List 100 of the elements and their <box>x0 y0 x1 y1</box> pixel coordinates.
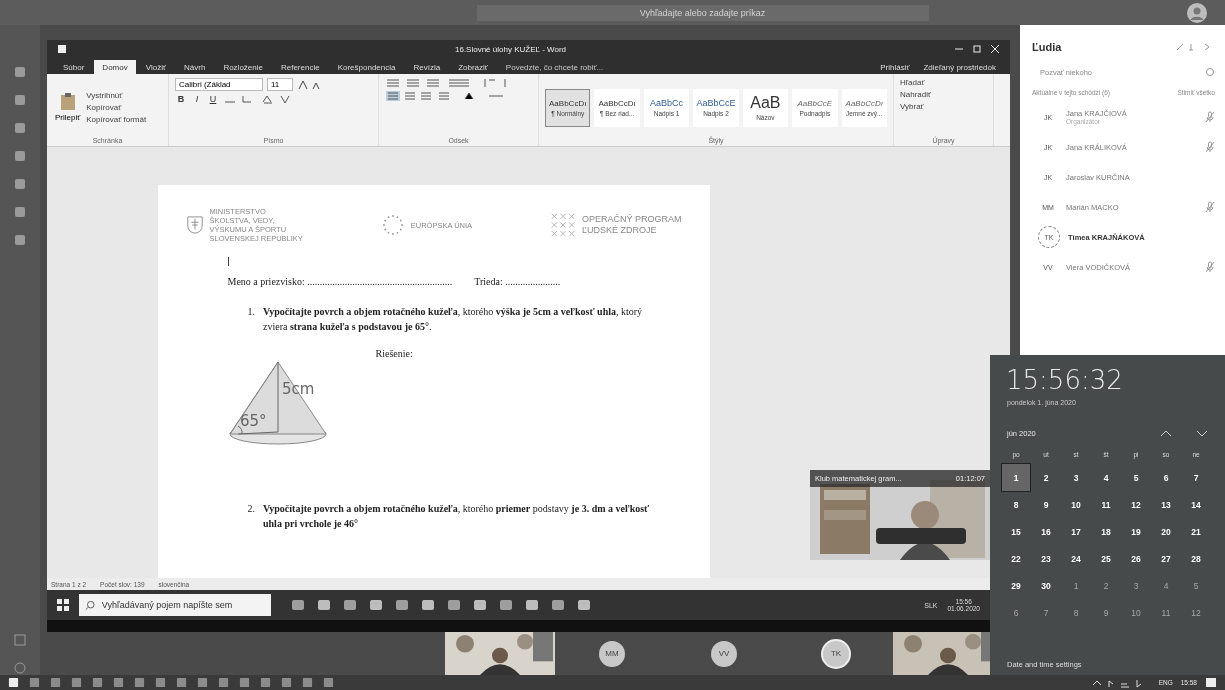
format-button[interactable]: B <box>175 94 187 104</box>
calendar-day[interactable]: 11 <box>1092 491 1120 518</box>
sign-in-link[interactable]: Prihlásiť <box>874 61 916 74</box>
avatar-icon[interactable] <box>1187 3 1207 23</box>
share-button[interactable]: Zdieľaný prostriedok <box>917 61 1002 74</box>
taskbar-app-icon[interactable] <box>551 598 565 612</box>
ribbon-tab[interactable]: Korešpondencia <box>329 60 404 74</box>
calendar-day[interactable]: 5 <box>1122 464 1150 491</box>
calendar-day[interactable]: 5 <box>1182 572 1210 599</box>
calendar-day[interactable]: 12 <box>1122 491 1150 518</box>
taskbar-app-icon[interactable] <box>473 598 487 612</box>
calendar-day[interactable]: 1 <box>1062 572 1090 599</box>
calendar-day[interactable]: 27 <box>1152 545 1180 572</box>
microphone-icon[interactable] <box>1205 111 1215 123</box>
calendar-day[interactable]: 13 <box>1152 491 1180 518</box>
search-field[interactable]: Vyhľadávaný pojem napíšte sem <box>99 599 265 611</box>
calendar-day[interactable]: 17 <box>1062 518 1090 545</box>
taskbar-app-icon[interactable] <box>291 598 305 612</box>
ribbon-tab[interactable]: Referencie <box>272 60 328 74</box>
calendar-day[interactable]: 11 <box>1152 599 1180 626</box>
calendar-day[interactable]: 23 <box>1032 545 1060 572</box>
calendar-day[interactable]: 20 <box>1152 518 1180 545</box>
windows-logo-icon[interactable] <box>57 599 69 611</box>
taskbar-app-icon[interactable] <box>395 598 409 612</box>
calendar-day[interactable]: 18 <box>1092 518 1120 545</box>
ribbon-button[interactable]: Kopírovať formát <box>86 115 147 124</box>
ribbon-button[interactable]: Kopírovať <box>86 103 147 112</box>
calendar-day[interactable]: 7 <box>1182 464 1210 491</box>
calendar-day[interactable]: 2 <box>1092 572 1120 599</box>
app-icon[interactable] <box>13 149 27 163</box>
ribbon-tab[interactable]: Zobraziť <box>450 60 496 74</box>
taskbar-app-icon[interactable] <box>317 598 331 612</box>
app-icon[interactable] <box>13 233 27 247</box>
calendar-day[interactable]: 10 <box>1122 599 1150 626</box>
calendar-day[interactable]: 3 <box>1122 572 1150 599</box>
taskbar-app-icon[interactable] <box>577 598 591 612</box>
close-icon[interactable] <box>990 44 1000 54</box>
microphone-icon[interactable] <box>1205 261 1215 273</box>
calendar-day[interactable]: 19 <box>1122 518 1150 545</box>
taskbar-app-icon[interactable] <box>343 598 357 612</box>
notifications-icon[interactable] <box>1205 676 1217 689</box>
link-icon[interactable] <box>1205 67 1215 77</box>
calendar-day[interactable]: 1 <box>1002 464 1030 491</box>
calendar-day[interactable]: 7 <box>1032 599 1060 626</box>
restore-icon[interactable] <box>972 44 982 54</box>
calendar-day[interactable]: 2 <box>1032 464 1060 491</box>
app-icon[interactable] <box>13 177 27 191</box>
taskbar-app-icon[interactable] <box>499 598 513 612</box>
microphone-icon[interactable] <box>1205 201 1215 213</box>
calendar-day[interactable]: 4 <box>1092 464 1120 491</box>
font-field[interactable]: Calibri (Základ <box>175 78 263 91</box>
ribbon-button[interactable]: Hľadať <box>900 78 987 87</box>
calendar-day[interactable]: 22 <box>1002 545 1030 572</box>
search-box[interactable]: Vyhľadávaný pojem napíšte sem <box>79 594 271 616</box>
ribbon-tab[interactable]: Vložiť <box>137 60 175 74</box>
save-icon[interactable] <box>57 44 67 54</box>
ribbon-button[interactable]: Vybrať <box>900 102 987 111</box>
calendar-day[interactable]: 3 <box>1062 464 1090 491</box>
calendar-day[interactable]: 4 <box>1152 572 1180 599</box>
taskbar-app-icon[interactable] <box>421 598 435 612</box>
app-icon[interactable] <box>13 93 27 107</box>
calendar-day[interactable]: 8 <box>1002 491 1030 518</box>
calendar-day[interactable]: 10 <box>1062 491 1090 518</box>
ribbon-tab[interactable]: Domov <box>94 60 136 74</box>
taskbar-app-icon[interactable] <box>525 598 539 612</box>
taskbar-app-icon[interactable] <box>8 677 19 688</box>
app-icon[interactable] <box>13 65 27 79</box>
tell-me-field[interactable]: Povedzte, čo chcete robiť... <box>497 61 612 74</box>
calendar-day[interactable]: 24 <box>1062 545 1090 572</box>
calendar-day[interactable]: 29 <box>1002 572 1030 599</box>
taskbar-app-icon[interactable] <box>447 598 461 612</box>
format-button[interactable]: I <box>191 94 203 104</box>
ribbon-tab[interactable]: Návrh <box>176 60 214 74</box>
calendar-day[interactable]: 8 <box>1062 599 1090 626</box>
ribbon-tab[interactable]: Súbor <box>55 60 93 74</box>
ribbon-tab[interactable]: Revízia <box>405 60 449 74</box>
calendar-day[interactable]: 6 <box>1002 599 1030 626</box>
app-icon[interactable] <box>13 121 27 135</box>
calendar-day[interactable]: 9 <box>1032 491 1060 518</box>
calendar-day[interactable]: 21 <box>1182 518 1210 545</box>
app-icon[interactable] <box>13 205 27 219</box>
calendar-day[interactable]: 6 <box>1152 464 1180 491</box>
microphone-icon[interactable] <box>1205 141 1215 153</box>
calendar-day[interactable]: 16 <box>1032 518 1060 545</box>
calendar-day[interactable]: 12 <box>1182 599 1210 626</box>
ribbon-button[interactable]: Nahradiť <box>900 90 987 99</box>
calendar-day[interactable]: 9 <box>1092 599 1120 626</box>
paste-button[interactable]: Prilepiť <box>53 91 83 124</box>
calendar-day[interactable]: 14 <box>1182 491 1210 518</box>
font-size-field[interactable]: 11 <box>267 78 293 91</box>
ribbon-button[interactable]: Vystrihnúť <box>86 91 147 100</box>
up-down-arrows-icon[interactable] <box>1159 428 1209 438</box>
calendar-day[interactable]: 15 <box>1002 518 1030 545</box>
calendar-day[interactable]: 30 <box>1032 572 1060 599</box>
calendar-day[interactable]: 25 <box>1092 545 1120 572</box>
calendar-day[interactable]: 28 <box>1182 545 1210 572</box>
format-button[interactable]: U <box>207 94 219 104</box>
taskbar-app-icon[interactable] <box>369 598 383 612</box>
calendar-day[interactable]: 26 <box>1122 545 1150 572</box>
search-field[interactable]: Vyhľadajte alebo zadajte príkaz <box>476 4 929 21</box>
